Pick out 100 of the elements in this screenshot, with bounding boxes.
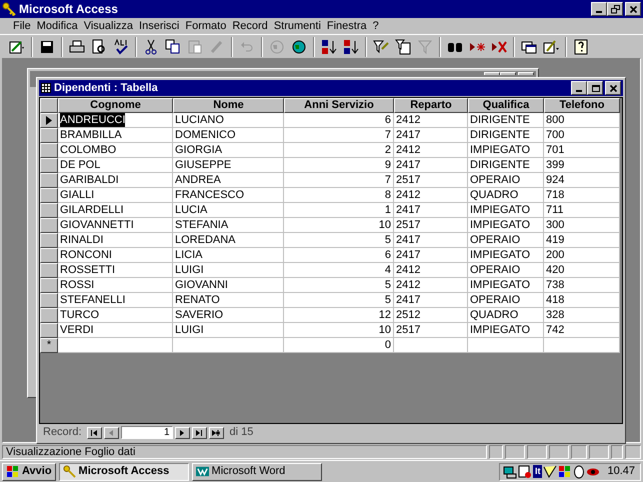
table-cell: GIOVANNETTI: [58, 218, 173, 233]
table-cell: IMPIEGATO: [468, 218, 544, 233]
start-button[interactable]: Avvio: [2, 462, 56, 480]
table-cell: 5: [284, 293, 394, 308]
menu-item[interactable]: Finestra: [324, 19, 370, 33]
table-cell: 9: [284, 158, 394, 173]
new-record-marker[interactable]: *: [40, 338, 58, 353]
restore-icon: [610, 4, 620, 14]
table-cell: LICIA: [173, 248, 284, 263]
table-cell: RONCONI: [58, 248, 173, 263]
table-cell: COLOMBO: [58, 143, 173, 158]
menu-item[interactable]: Record: [229, 19, 271, 33]
close-button[interactable]: [625, 2, 641, 16]
status-panel: [571, 444, 587, 458]
column-header[interactable]: Qualifica: [468, 98, 544, 113]
record-selector[interactable]: [40, 218, 58, 233]
first-record-button[interactable]: [86, 426, 102, 438]
minimize-button[interactable]: [591, 2, 607, 16]
record-selector[interactable]: [40, 248, 58, 263]
last-record-button[interactable]: [192, 426, 207, 438]
table-cell: IMPIEGATO: [468, 143, 544, 158]
table-cell: GILARDELLI: [58, 203, 173, 218]
close-icon: [608, 84, 618, 92]
column-header[interactable]: Nome: [173, 98, 284, 113]
table-cell: 7: [284, 128, 394, 143]
table-cell: DIRIGENTE: [468, 128, 544, 143]
table-cell: 2417: [394, 248, 468, 263]
record-selector[interactable]: [40, 188, 58, 203]
column-header[interactable]: Cognome: [58, 98, 173, 113]
table-cell: 2417: [394, 128, 468, 143]
select-all-corner[interactable]: [40, 98, 58, 113]
menu-item[interactable]: Modifica: [34, 19, 81, 33]
maximize-icon: [590, 84, 600, 92]
table-cell: ROSSETTI: [58, 263, 173, 278]
record-selector[interactable]: [40, 143, 58, 158]
close-button[interactable]: [518, 72, 534, 75]
table-cell: DOMENICO: [173, 128, 284, 143]
prev-record-button[interactable]: [104, 426, 119, 438]
table-cell: GIALLI: [58, 188, 173, 203]
maximize-button[interactable]: [500, 72, 516, 75]
column-header[interactable]: Anni Servizio: [284, 98, 394, 113]
table-cell: 701: [544, 143, 620, 158]
column-header[interactable]: Reparto: [394, 98, 468, 113]
restore-button[interactable]: [607, 2, 623, 16]
table-cell: LOREDANA: [173, 233, 284, 248]
next-arrow-icon: [178, 428, 186, 436]
table-cell: IMPIEGATO: [468, 203, 544, 218]
menu-item[interactable]: Visualizza: [80, 19, 136, 33]
menu-item[interactable]: ?: [370, 19, 382, 33]
table-cell: 2517: [394, 173, 468, 188]
record-selector[interactable]: [40, 158, 58, 173]
column-header[interactable]: Telefono: [544, 98, 620, 113]
record-selector[interactable]: [40, 293, 58, 308]
record-selector[interactable]: [40, 308, 58, 323]
record-selector[interactable]: [40, 113, 58, 128]
taskbar-button[interactable]: Microsoft Access: [58, 462, 189, 480]
record-selector[interactable]: [40, 233, 58, 248]
table-cell: QUADRO: [468, 308, 544, 323]
table-cell: 10: [284, 218, 394, 233]
prev-arrow-icon: [107, 428, 116, 436]
language-indicator[interactable]: It: [532, 465, 542, 478]
table-cell: 418: [544, 293, 620, 308]
taskbar-button[interactable]: Microsoft Word: [192, 462, 322, 480]
table-cell: 2517: [394, 323, 468, 338]
maximize-button[interactable]: [587, 81, 603, 95]
new-record-button[interactable]: [208, 426, 224, 438]
menu-item[interactable]: File: [10, 19, 34, 33]
table-cell: 738: [544, 278, 620, 293]
table-cell: GIUSEPPE: [173, 158, 284, 173]
mouse-icon: [573, 464, 586, 478]
minimize-icon: [576, 90, 582, 92]
table-cell: 328: [544, 308, 620, 323]
next-record-button[interactable]: [174, 426, 190, 438]
record-selector[interactable]: [40, 323, 58, 338]
table-cell: 5: [284, 233, 394, 248]
table-cell: 2417: [394, 158, 468, 173]
minimize-button[interactable]: [484, 72, 500, 75]
table-cell: LUIGI: [173, 263, 284, 278]
menu-item[interactable]: Formato: [182, 19, 230, 33]
table-cell: GIORGIA: [173, 143, 284, 158]
menu-item[interactable]: Strumenti: [270, 19, 324, 33]
record-selector[interactable]: [40, 173, 58, 188]
minimize-button[interactable]: [571, 81, 587, 95]
new-arrow-icon: [212, 428, 220, 436]
table-cell: LUCIANO: [173, 113, 284, 128]
table-cell: 200: [544, 248, 620, 263]
table-cell: 0: [284, 338, 394, 353]
record-selector[interactable]: [40, 278, 58, 293]
record-selector[interactable]: [40, 203, 58, 218]
record-selector[interactable]: [40, 263, 58, 278]
table-cell: 7: [284, 173, 394, 188]
menu-item[interactable]: Inserisci: [136, 19, 182, 33]
status-panel: [589, 444, 609, 458]
table-cell: IMPIEGATO: [468, 248, 544, 263]
record-selector[interactable]: [40, 128, 58, 143]
record-number-field[interactable]: 1: [120, 426, 173, 439]
first-arrow-icon: [90, 428, 98, 436]
close-button[interactable]: [605, 81, 621, 95]
status-panel: [527, 444, 547, 458]
table-cell: OPERAIO: [468, 173, 544, 188]
